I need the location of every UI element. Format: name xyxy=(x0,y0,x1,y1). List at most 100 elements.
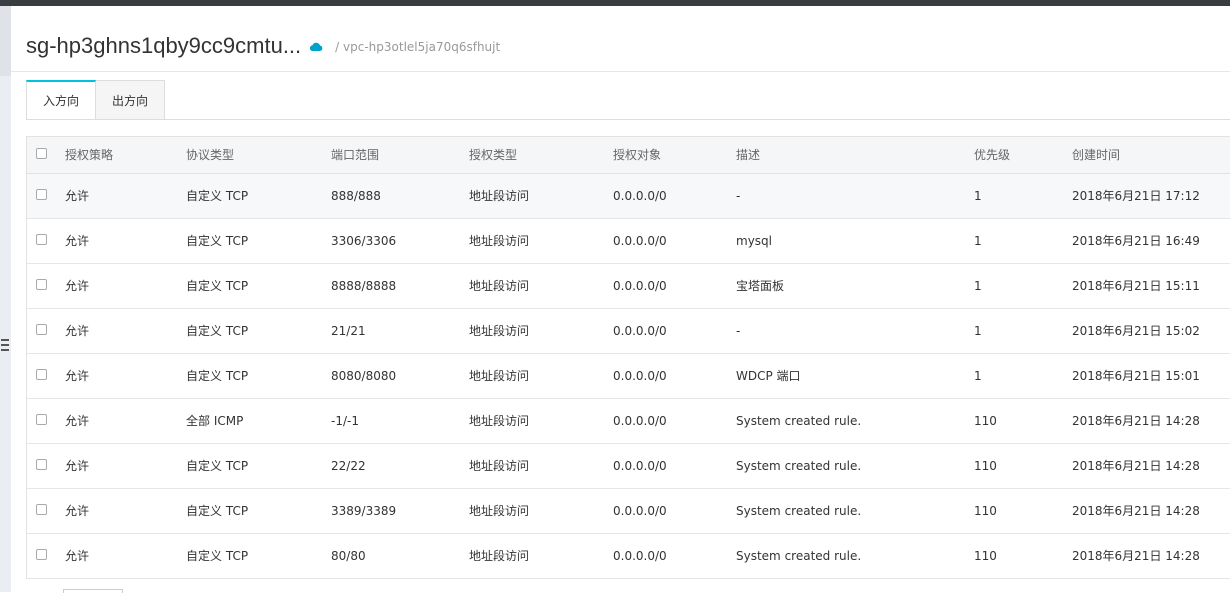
cell-priority: 110 xyxy=(974,414,997,428)
table-row[interactable]: 允许 自定义 TCP 21/21 地址段访问 0.0.0.0/0 - 1 201… xyxy=(27,309,1230,354)
cell-priority: 1 xyxy=(974,234,982,248)
cell-policy: 允许 xyxy=(65,279,90,293)
cell-created-time: 2018年6月21日 14:28 xyxy=(1072,459,1200,473)
cell-auth-target: 0.0.0.0/0 xyxy=(613,549,667,563)
cell-auth-target: 0.0.0.0/0 xyxy=(613,279,667,293)
cell-protocol: 自定义 TCP xyxy=(186,459,249,473)
column-header-port-range[interactable]: 端口范围 xyxy=(331,137,379,173)
sidebar-top-block xyxy=(0,6,11,76)
cell-description: WDCP 端口 xyxy=(736,369,801,383)
tab-outbound[interactable]: 出方向 xyxy=(96,80,166,119)
cell-description: 宝塔面板 xyxy=(736,279,785,293)
page-header: sg-hp3ghns1qby9cc9cmtu... / vpc-hp3otlel… xyxy=(26,28,500,64)
cell-priority: 110 xyxy=(974,549,997,563)
cell-protocol: 自定义 TCP xyxy=(186,549,249,563)
table-row[interactable]: 允许 自定义 TCP 22/22 地址段访问 0.0.0.0/0 System … xyxy=(27,444,1230,489)
row-checkbox[interactable] xyxy=(36,504,47,515)
cell-priority: 1 xyxy=(974,189,982,203)
table-row[interactable]: 允许 自定义 TCP 888/888 地址段访问 0.0.0.0/0 - 1 2… xyxy=(27,174,1230,219)
cell-port-range: 888/888 xyxy=(331,189,381,203)
sidebar-toggle-icon[interactable] xyxy=(0,337,11,355)
cloud-icon[interactable] xyxy=(309,42,323,52)
cell-policy: 允许 xyxy=(65,189,90,203)
vpc-link[interactable]: / vpc-hp3otlel5ja70q6sfhujt xyxy=(335,29,500,65)
cell-port-range: 8888/8888 xyxy=(331,279,397,293)
pagination-control[interactable] xyxy=(63,589,123,593)
cell-auth-type: 地址段访问 xyxy=(469,504,530,518)
column-header-priority[interactable]: 优先级 xyxy=(974,137,1010,173)
table-row[interactable]: 允许 自定义 TCP 80/80 地址段访问 0.0.0.0/0 System … xyxy=(27,534,1230,579)
tab-inbound[interactable]: 入方向 xyxy=(26,80,97,120)
cell-protocol: 自定义 TCP xyxy=(186,504,249,518)
cell-auth-target: 0.0.0.0/0 xyxy=(613,234,667,248)
cell-created-time: 2018年6月21日 14:28 xyxy=(1072,549,1200,563)
column-header-created-time[interactable]: 创建时间 xyxy=(1072,137,1120,173)
page-title: sg-hp3ghns1qby9cc9cmtu... xyxy=(26,33,302,58)
column-header-policy[interactable]: 授权策略 xyxy=(65,137,113,173)
header-divider xyxy=(11,71,1230,72)
cell-priority: 1 xyxy=(974,369,982,383)
cell-description: System created rule. xyxy=(736,504,862,518)
cell-created-time: 2018年6月21日 16:49 xyxy=(1072,234,1200,248)
cell-auth-target: 0.0.0.0/0 xyxy=(613,504,667,518)
row-checkbox[interactable] xyxy=(36,189,47,200)
cell-port-range: 80/80 xyxy=(331,549,366,563)
column-header-auth-target[interactable]: 授权对象 xyxy=(613,137,661,173)
cell-description: - xyxy=(736,189,741,203)
cell-created-time: 2018年6月21日 15:02 xyxy=(1072,324,1200,338)
row-checkbox[interactable] xyxy=(36,234,47,245)
column-header-protocol[interactable]: 协议类型 xyxy=(186,137,234,173)
cell-auth-type: 地址段访问 xyxy=(469,279,530,293)
column-header-auth-type[interactable]: 授权类型 xyxy=(469,137,517,173)
cell-created-time: 2018年6月21日 15:01 xyxy=(1072,369,1200,383)
cell-port-range: 3389/3389 xyxy=(331,504,397,518)
cell-description: System created rule. xyxy=(736,459,862,473)
table-row[interactable]: 允许 自定义 TCP 3389/3389 地址段访问 0.0.0.0/0 Sys… xyxy=(27,489,1230,534)
cell-auth-target: 0.0.0.0/0 xyxy=(613,459,667,473)
row-checkbox[interactable] xyxy=(36,369,47,380)
cell-policy: 允许 xyxy=(65,234,90,248)
cell-description: mysql xyxy=(736,234,772,248)
cell-policy: 允许 xyxy=(65,369,90,383)
cell-auth-type: 地址段访问 xyxy=(469,369,530,383)
security-rules-table: 授权策略 协议类型 端口范围 授权类型 授权对象 描述 优先级 创建时间 允许 … xyxy=(26,136,1230,579)
left-sidebar xyxy=(0,6,11,592)
cell-policy: 允许 xyxy=(65,324,90,338)
cell-priority: 1 xyxy=(974,279,982,293)
table-row[interactable]: 允许 自定义 TCP 8080/8080 地址段访问 0.0.0.0/0 WDC… xyxy=(27,354,1230,399)
cell-auth-target: 0.0.0.0/0 xyxy=(613,189,667,203)
cell-priority: 110 xyxy=(974,459,997,473)
cell-port-range: 22/22 xyxy=(331,459,366,473)
row-checkbox[interactable] xyxy=(36,279,47,290)
cell-port-range: -1/-1 xyxy=(331,414,359,428)
cell-auth-target: 0.0.0.0/0 xyxy=(613,369,667,383)
row-checkbox[interactable] xyxy=(36,414,47,425)
table-header: 授权策略 协议类型 端口范围 授权类型 授权对象 描述 优先级 创建时间 xyxy=(27,137,1230,174)
table-row[interactable]: 允许 全部 ICMP -1/-1 地址段访问 0.0.0.0/0 System … xyxy=(27,399,1230,444)
row-checkbox[interactable] xyxy=(36,459,47,470)
cell-port-range: 21/21 xyxy=(331,324,366,338)
cell-created-time: 2018年6月21日 14:28 xyxy=(1072,414,1200,428)
cell-auth-target: 0.0.0.0/0 xyxy=(613,324,667,338)
table-row[interactable]: 允许 自定义 TCP 3306/3306 地址段访问 0.0.0.0/0 mys… xyxy=(27,219,1230,264)
cell-auth-type: 地址段访问 xyxy=(469,414,530,428)
table-row[interactable]: 允许 自定义 TCP 8888/8888 地址段访问 0.0.0.0/0 宝塔面… xyxy=(27,264,1230,309)
cell-auth-type: 地址段访问 xyxy=(469,189,530,203)
cell-protocol: 自定义 TCP xyxy=(186,324,249,338)
row-checkbox[interactable] xyxy=(36,549,47,560)
cell-policy: 允许 xyxy=(65,459,90,473)
cell-auth-type: 地址段访问 xyxy=(469,549,530,563)
cell-description: - xyxy=(736,324,741,338)
row-checkbox[interactable] xyxy=(36,324,47,335)
tabs-divider xyxy=(26,119,1230,120)
direction-tabs: 入方向 出方向 xyxy=(26,80,166,120)
cell-policy: 允许 xyxy=(65,549,90,563)
cell-auth-type: 地址段访问 xyxy=(469,459,530,473)
column-header-description[interactable]: 描述 xyxy=(736,137,760,173)
cell-policy: 允许 xyxy=(65,414,90,428)
cell-protocol: 自定义 TCP xyxy=(186,279,249,293)
cell-auth-target: 0.0.0.0/0 xyxy=(613,414,667,428)
select-all-checkbox[interactable] xyxy=(36,148,47,159)
cell-auth-type: 地址段访问 xyxy=(469,324,530,338)
cell-port-range: 8080/8080 xyxy=(331,369,397,383)
